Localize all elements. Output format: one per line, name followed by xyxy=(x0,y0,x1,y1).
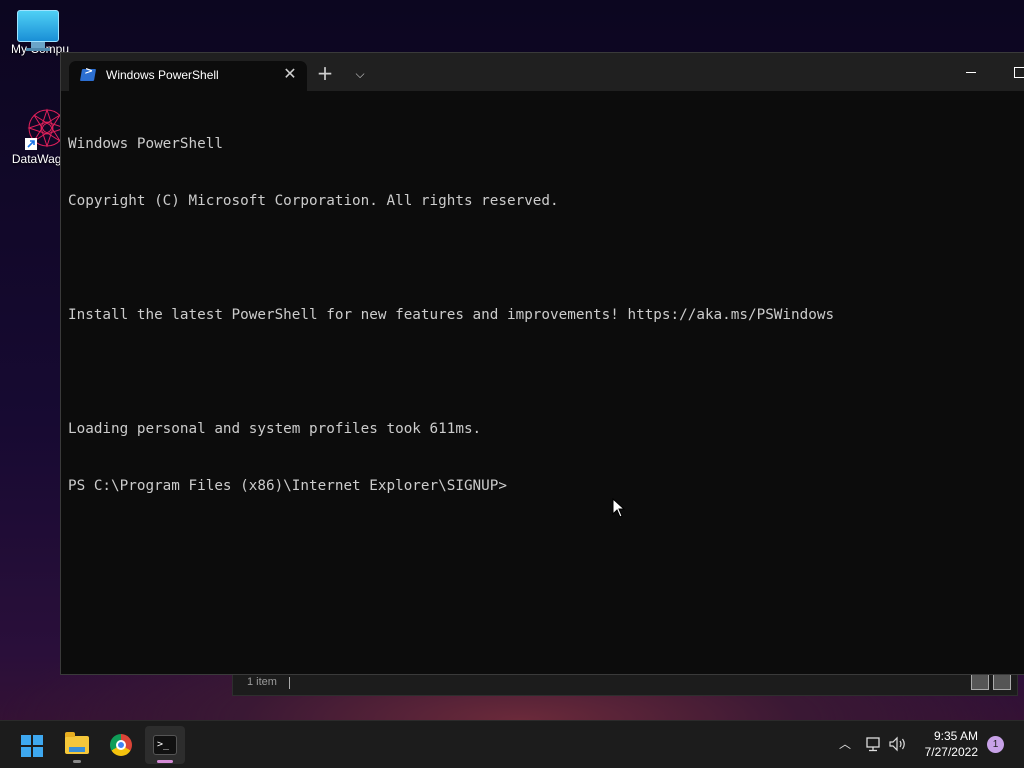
clock[interactable]: 9:35 AM 7/27/2022 xyxy=(906,728,978,760)
file-explorer-button[interactable] xyxy=(57,726,97,764)
console-prompt[interactable]: PS C:\Program Files (x86)\Internet Explo… xyxy=(68,477,1024,496)
tab-bar: Windows PowerShell ✕ + ⌵ xyxy=(61,53,1024,91)
desktop-icon-my-computer[interactable]: My Compu xyxy=(0,10,80,56)
status-divider xyxy=(289,677,290,689)
console-output[interactable]: Windows PowerShell Copyright (C) Microso… xyxy=(68,97,1024,674)
new-tab-button[interactable]: + xyxy=(314,63,336,85)
taskbar: >_ ︿ 9:35 AM 7/27/2022 1 xyxy=(0,720,1024,768)
volume-icon[interactable] xyxy=(888,735,908,753)
terminal-icon: >_ xyxy=(153,735,177,755)
terminal-window[interactable]: Windows PowerShell ✕ + ⌵ Windows PowerSh… xyxy=(60,52,1024,675)
close-tab-icon[interactable]: ✕ xyxy=(281,65,299,83)
clock-date: 7/27/2022 xyxy=(924,745,978,759)
start-button[interactable] xyxy=(12,726,52,764)
chevron-down-icon[interactable]: ⌵ xyxy=(349,63,371,85)
tiles-view-button[interactable] xyxy=(993,674,1011,690)
computer-icon xyxy=(17,10,59,51)
active-indicator xyxy=(157,760,173,763)
console-line: Copyright (C) Microsoft Corporation. All… xyxy=(68,193,559,209)
powershell-icon xyxy=(79,69,97,81)
network-icon[interactable] xyxy=(864,735,882,753)
details-view-button[interactable] xyxy=(971,674,989,690)
maximize-button[interactable] xyxy=(1004,61,1024,85)
windows-logo-icon xyxy=(21,735,43,757)
terminal-button[interactable]: >_ xyxy=(145,726,185,764)
console-line: Windows PowerShell xyxy=(68,136,223,152)
running-indicator xyxy=(73,760,81,763)
folder-icon xyxy=(65,732,89,754)
chrome-button[interactable] xyxy=(101,726,141,764)
notification-badge[interactable]: 1 xyxy=(987,736,1004,753)
console-line: Loading personal and system profiles too… xyxy=(68,421,482,437)
tab-title: Windows PowerShell xyxy=(106,68,219,82)
show-hidden-icons-chevron-up-icon[interactable]: ︿ xyxy=(836,735,854,753)
mouse-pointer-icon xyxy=(612,498,626,518)
status-item-count: 1 item xyxy=(247,676,277,688)
clock-time: 9:35 AM xyxy=(933,729,978,743)
tab-windows-powershell[interactable]: Windows PowerShell ✕ xyxy=(69,61,307,91)
chrome-icon xyxy=(110,734,132,756)
minimize-button[interactable] xyxy=(957,61,987,85)
console-line: Install the latest PowerShell for new fe… xyxy=(68,307,835,323)
